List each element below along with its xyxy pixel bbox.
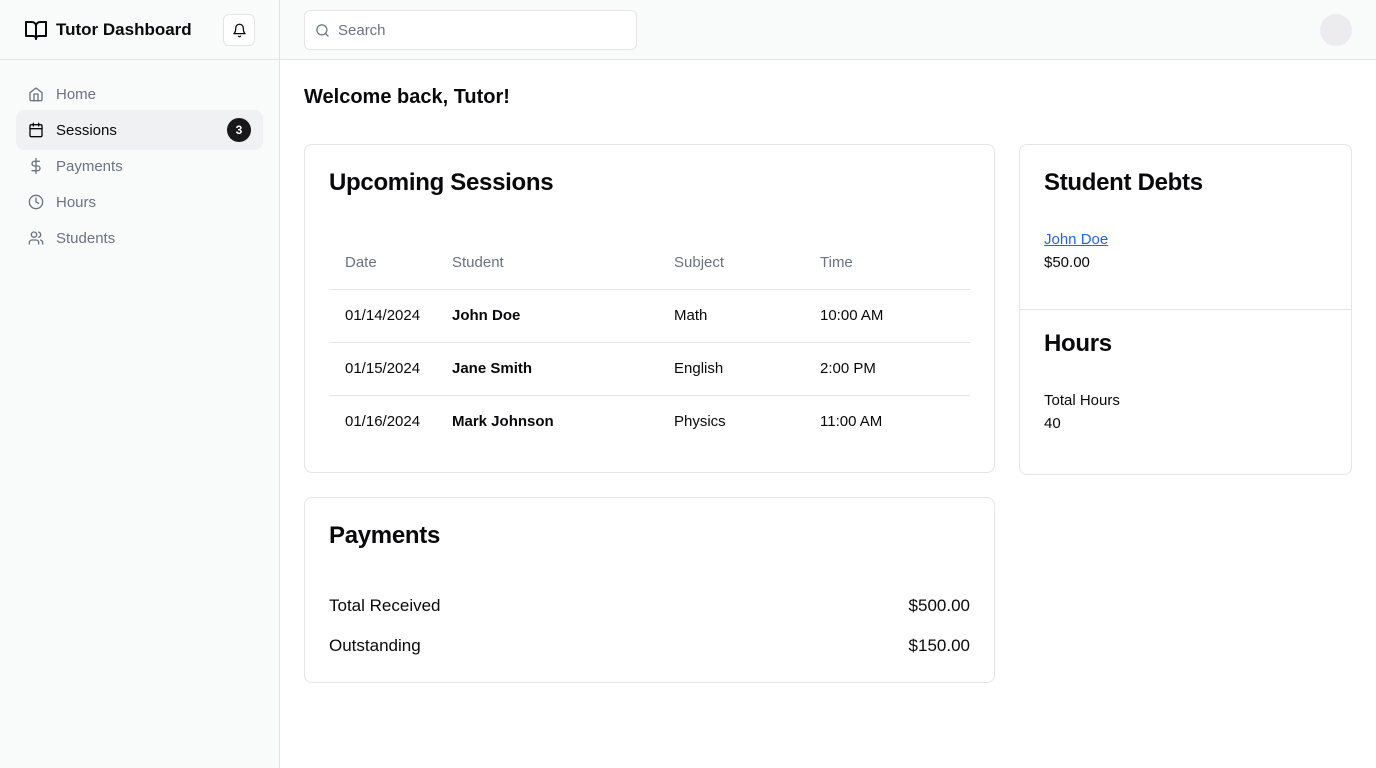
total-hours-value: 40 — [1044, 415, 1061, 432]
calendar-icon — [28, 122, 44, 138]
clock-icon — [28, 194, 44, 210]
table-row[interactable]: 01/15/2024 Jane Smith English 2:00 PM — [329, 341, 970, 395]
debt-amount: $50.00 — [1044, 254, 1090, 271]
session-date: 01/14/2024 — [329, 288, 436, 342]
total-received-value: $500.00 — [908, 596, 970, 615]
sidebar-item-hours[interactable]: Hours — [16, 182, 263, 222]
users-icon — [28, 230, 44, 246]
sidebar-item-payments[interactable]: Payments — [16, 146, 263, 186]
sidebar-item-sessions[interactable]: Sessions 3 — [16, 110, 263, 150]
upcoming-sessions-card: Upcoming Sessions Date Student Subject T… — [304, 144, 995, 473]
home-icon — [28, 86, 44, 102]
dollar-icon — [28, 158, 44, 174]
sidebar-item-students[interactable]: Students — [16, 218, 263, 258]
session-subject: Physics — [658, 394, 804, 448]
sessions-count-badge: 3 — [227, 118, 251, 142]
sidebar-item-label: Sessions — [56, 121, 117, 139]
session-subject: Math — [658, 288, 804, 342]
table-row[interactable]: 01/16/2024 Mark Johnson Physics 11:00 AM — [329, 394, 970, 448]
brand-bar: Tutor Dashboard — [0, 0, 279, 60]
bell-icon — [232, 23, 247, 38]
sidebar-item-label: Home — [56, 85, 97, 103]
sidebar-item-label: Hours — [56, 193, 97, 211]
outstanding-row: Outstanding $150.00 — [329, 636, 970, 656]
session-student: Jane Smith — [436, 341, 658, 395]
debts-title: Student Debts — [1044, 169, 1203, 196]
session-time: 2:00 PM — [804, 341, 970, 395]
sidebar-item-home[interactable]: Home — [16, 74, 263, 114]
top-bar — [280, 0, 1376, 60]
column-header-date[interactable]: Date — [329, 237, 436, 289]
debt-student-link[interactable]: John Doe — [1044, 231, 1327, 248]
session-student: Mark Johnson — [436, 394, 658, 448]
session-time: 10:00 AM — [804, 288, 970, 342]
total-hours-label: Total Hours — [1044, 392, 1120, 409]
sidebar: Tutor Dashboard Home Sessions 3 Payments… — [0, 0, 280, 768]
session-time: 11:00 AM — [804, 394, 970, 448]
search-box[interactable] — [304, 10, 637, 50]
search-icon — [315, 23, 330, 38]
app-title: Tutor Dashboard — [56, 19, 192, 39]
session-student: John Doe — [436, 288, 658, 342]
column-header-subject[interactable]: Subject — [658, 237, 804, 289]
search-input[interactable] — [338, 21, 618, 39]
session-date: 01/15/2024 — [329, 341, 436, 395]
table-header-row: Date Student Subject Time — [329, 237, 970, 289]
column-header-time[interactable]: Time — [804, 237, 970, 289]
sidebar-nav: Home Sessions 3 Payments Hours Students — [0, 60, 279, 268]
sessions-table: Date Student Subject Time 01/14/2024 Joh… — [329, 237, 970, 448]
hours-section: Hours Total Hours 40 — [1020, 310, 1351, 452]
session-date: 01/16/2024 — [329, 394, 436, 448]
total-received-label: Total Received — [329, 596, 441, 615]
outstanding-label: Outstanding — [329, 636, 421, 655]
notifications-button[interactable] — [223, 14, 255, 46]
student-debts-section: Student Debts John Doe $50.00 — [1020, 145, 1351, 310]
welcome-heading: Welcome back, Tutor! — [304, 86, 510, 108]
book-open-icon — [24, 18, 48, 42]
session-subject: English — [658, 341, 804, 395]
hours-title: Hours — [1044, 330, 1112, 357]
total-received-row: Total Received $500.00 — [329, 596, 970, 616]
sidebar-item-label: Students — [56, 229, 116, 247]
column-header-student[interactable]: Student — [436, 237, 658, 289]
side-panel-card: Student Debts John Doe $50.00 Hours Tota… — [1019, 144, 1352, 475]
payments-card: Payments Total Received $500.00 Outstand… — [304, 497, 995, 683]
sessions-title: Upcoming Sessions — [329, 169, 554, 196]
sidebar-item-label: Payments — [56, 157, 123, 175]
outstanding-value: $150.00 — [908, 636, 970, 655]
table-row[interactable]: 01/14/2024 John Doe Math 10:00 AM — [329, 288, 970, 342]
payments-title: Payments — [329, 522, 440, 549]
user-avatar[interactable] — [1320, 14, 1352, 46]
